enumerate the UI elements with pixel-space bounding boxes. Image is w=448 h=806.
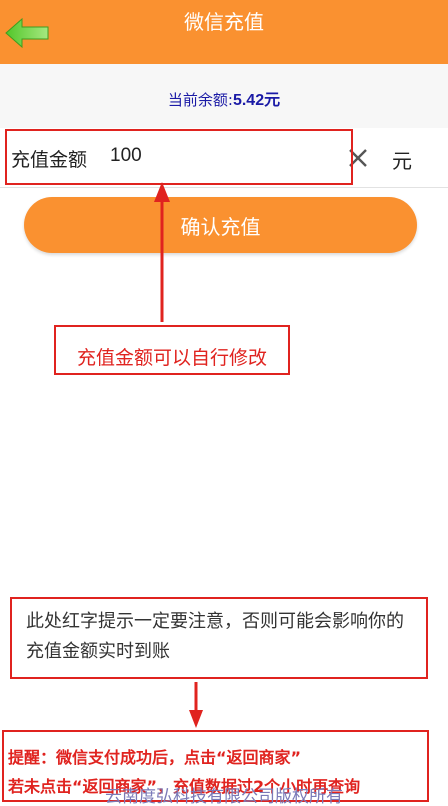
balance-row: 当前余额:5.42元 [0,64,448,128]
balance-value: 5.42元 [232,92,281,109]
balance-label: 当前余额: [167,91,233,109]
amount-highlight-box [5,129,353,185]
balance-display: 当前余额:5.42元 [0,86,448,110]
unit-label: 元 [392,149,412,173]
header-bar: 微信充值 [0,0,448,64]
editable-amount-note: 充值金额可以自行修改 [54,325,290,375]
copyright-footer: 云南度弘科技有限公司版权所有 [105,787,343,806]
reminder-line-1: 提醒：微信支付成功后，点击“返回商家” [8,748,302,767]
arrow-to-reminder-icon [189,682,203,728]
confirm-recharge-button[interactable]: 确认充值 [24,197,417,253]
page-title: 微信充值 [184,10,264,34]
editable-amount-note-text: 充值金额可以自行修改 [76,347,267,369]
warning-note: 此处红字提示一定要注意，否则可能会影响你的充值金额实时到账 [10,597,428,679]
warning-note-text: 此处红字提示一定要注意，否则可能会影响你的充值金额实时到账 [26,611,404,662]
